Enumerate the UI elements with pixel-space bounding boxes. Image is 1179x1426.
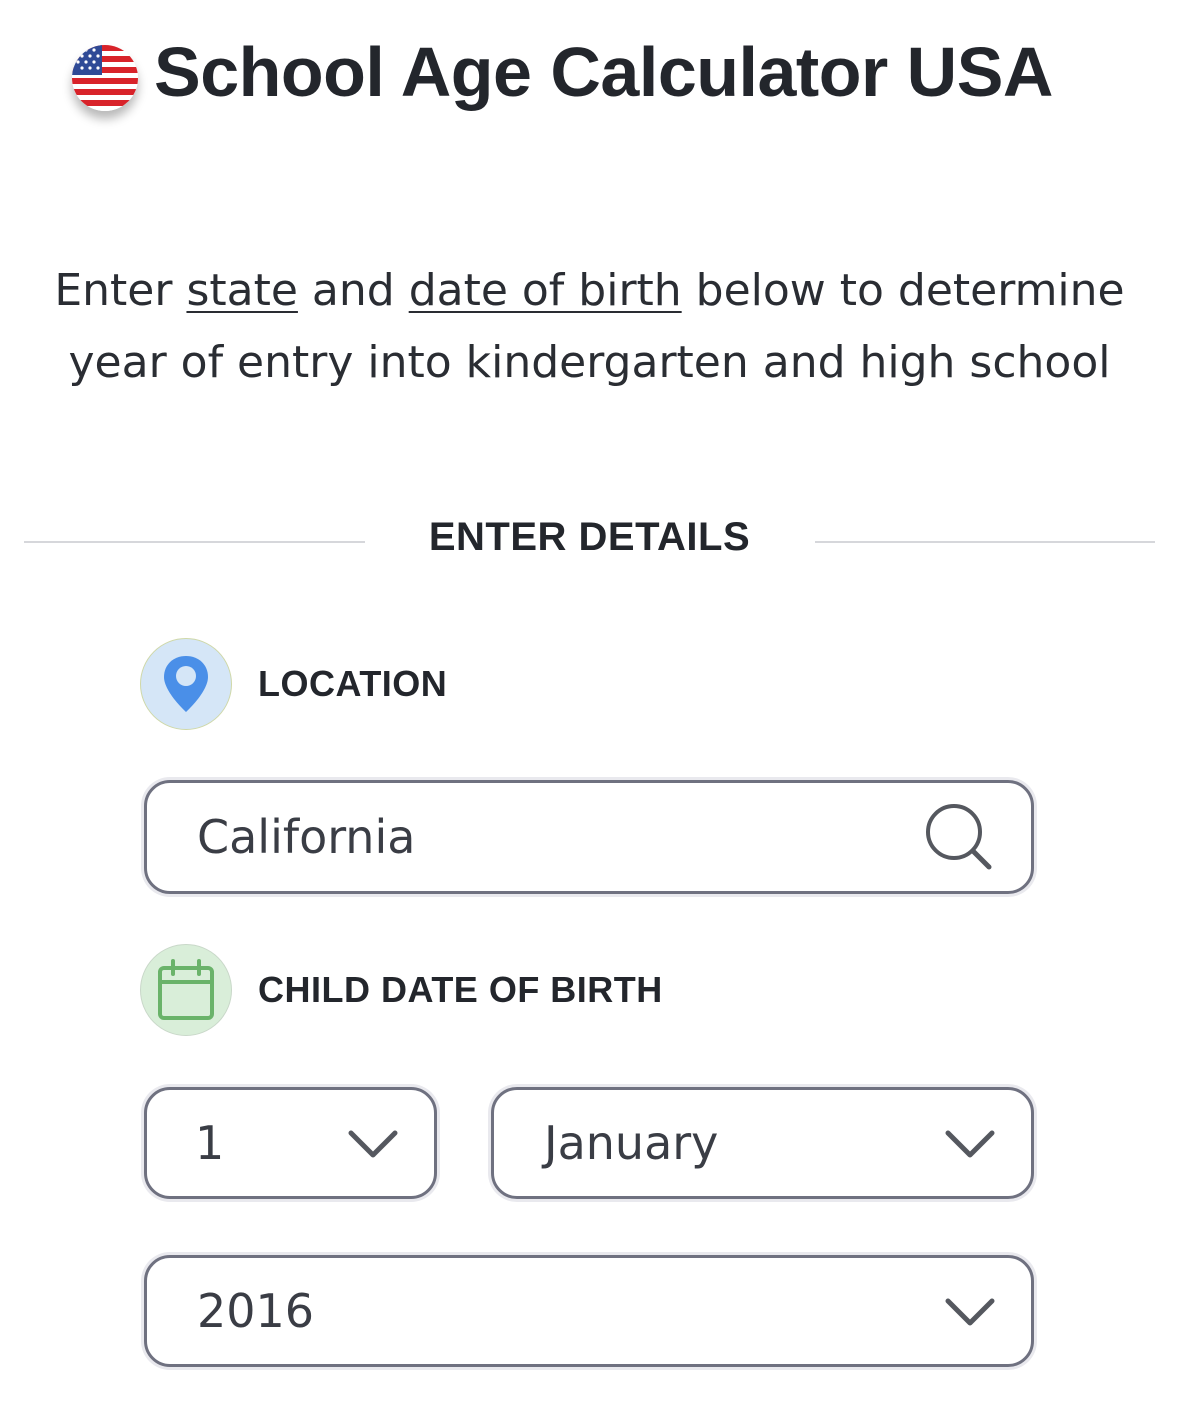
month-select[interactable]: January xyxy=(491,1087,1034,1199)
page: School Age Calculator USA Enter state an… xyxy=(0,0,1179,1426)
location-label-row: LOCATION xyxy=(140,638,447,730)
section-divider: ENTER DETAILS xyxy=(24,505,1155,575)
us-flag-icon xyxy=(72,45,138,111)
location-label: LOCATION xyxy=(258,663,448,704)
dob-label: CHILD DATE OF BIRTH xyxy=(258,969,663,1010)
location-search-input[interactable]: California xyxy=(144,780,1034,894)
intro-middle: and xyxy=(297,265,409,316)
date-of-birth-link[interactable]: date of birth xyxy=(409,265,682,316)
state-link[interactable]: state xyxy=(186,265,297,316)
dob-label-row: CHILD DATE OF BIRTH xyxy=(140,944,663,1036)
intro-prefix: Enter xyxy=(54,265,187,316)
map-pin-icon xyxy=(140,638,232,730)
header: School Age Calculator USA xyxy=(72,22,1053,122)
year-value: 2016 xyxy=(197,1284,315,1338)
location-value: California xyxy=(197,810,416,864)
section-heading: ENTER DETAILS xyxy=(428,515,751,559)
calendar-icon xyxy=(140,944,232,1036)
chevron-down-icon xyxy=(348,1128,398,1158)
month-value: January xyxy=(544,1116,719,1170)
chevron-down-icon xyxy=(945,1296,995,1326)
page-title: School Age Calculator USA xyxy=(154,33,1053,111)
day-value: 1 xyxy=(195,1116,225,1170)
year-select[interactable]: 2016 xyxy=(144,1255,1034,1367)
intro-text: Enter state and date of birth below to d… xyxy=(0,255,1179,399)
search-icon[interactable] xyxy=(923,801,995,873)
day-select[interactable]: 1 xyxy=(144,1087,437,1199)
divider-line-right xyxy=(815,541,1155,543)
chevron-down-icon xyxy=(945,1128,995,1158)
